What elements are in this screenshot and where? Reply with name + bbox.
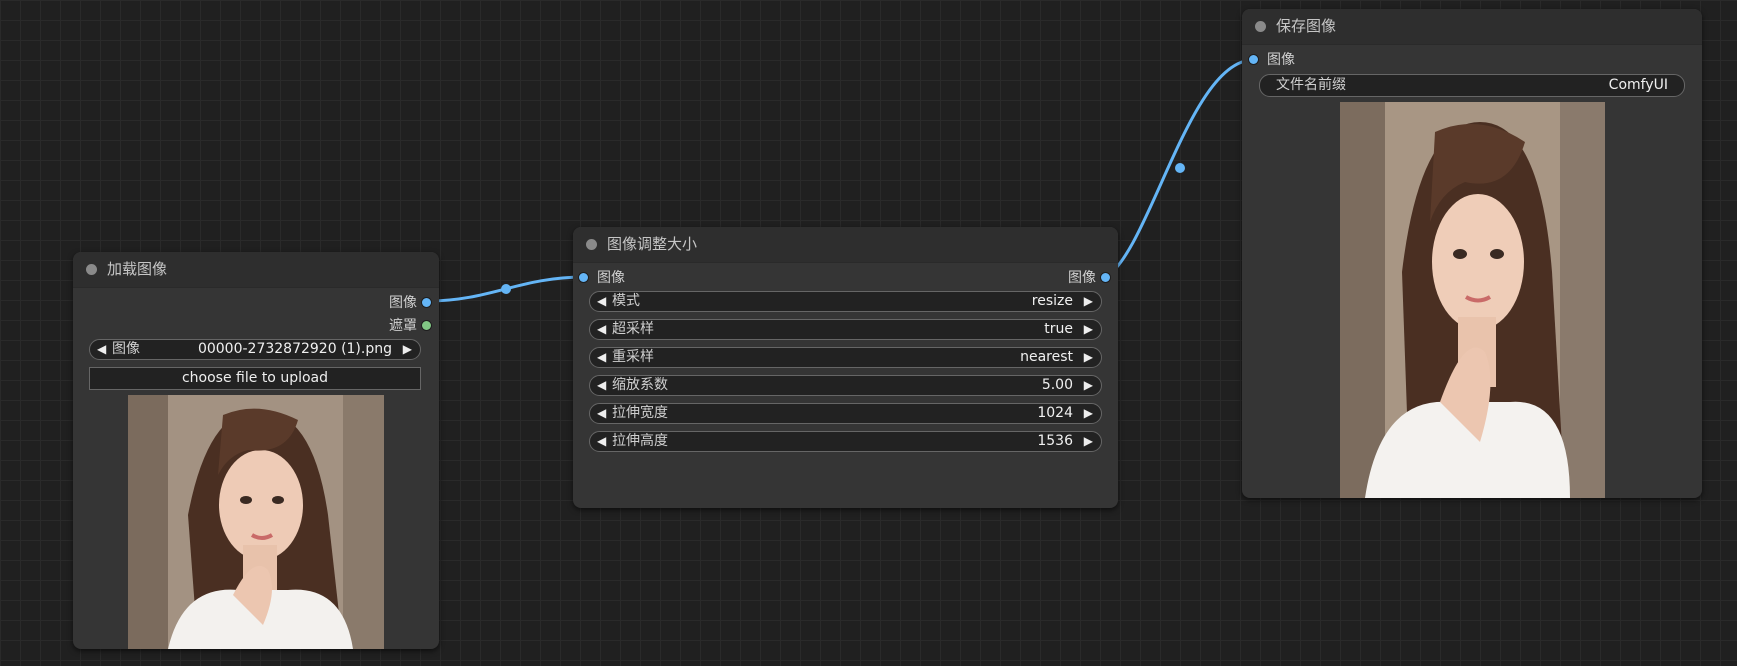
input-slot-label: 图像 bbox=[1267, 52, 1295, 68]
node-title-text: 图像调整大小 bbox=[607, 235, 698, 253]
save-image-node-title[interactable]: 保存图像 bbox=[1242, 9, 1702, 45]
input-slot-image[interactable]: 图像 bbox=[1249, 52, 1295, 68]
arrow-left-icon[interactable]: ◀ bbox=[597, 292, 606, 311]
widget-value: true bbox=[1044, 321, 1073, 337]
widget-label: 缩放系数 bbox=[612, 377, 668, 393]
resize-image-node-title[interactable]: 图像调整大小 bbox=[573, 227, 1118, 263]
widget-value: nearest bbox=[1020, 349, 1073, 365]
node-title-text: 保存图像 bbox=[1276, 17, 1337, 35]
resize-image-node[interactable]: 图像调整大小 图像 图像 ◀ 模式 resize ▶ ◀ 超采样 true ▶ … bbox=[573, 227, 1118, 508]
arrow-right-icon[interactable]: ▶ bbox=[1084, 376, 1093, 395]
mask-slot-dot-icon[interactable] bbox=[422, 321, 431, 330]
collapse-dot-icon[interactable] bbox=[1255, 21, 1266, 32]
output-slot-image[interactable]: 图像 bbox=[337, 295, 431, 311]
widget-value: 00000-2732872920 (1).png bbox=[197, 341, 392, 357]
widget-value: 1024 bbox=[1037, 405, 1073, 421]
image-slot-dot-icon[interactable] bbox=[579, 273, 588, 282]
link-midpoint-resize-save[interactable] bbox=[1175, 163, 1185, 173]
link-midpoint-load-resize[interactable] bbox=[501, 284, 511, 294]
widget-label: 拉伸高度 bbox=[612, 433, 668, 449]
upload-button[interactable]: choose file to upload bbox=[89, 367, 421, 390]
widget-value: 5.00 bbox=[1041, 377, 1073, 393]
collapse-dot-icon[interactable] bbox=[86, 264, 97, 275]
collapse-dot-icon[interactable] bbox=[586, 239, 597, 250]
arrow-left-icon[interactable]: ◀ bbox=[597, 376, 606, 395]
arrow-right-icon[interactable]: ▶ bbox=[1084, 292, 1093, 311]
widget-label: 模式 bbox=[612, 293, 640, 309]
arrow-right-icon[interactable]: ▶ bbox=[1084, 432, 1093, 451]
arrow-left-icon[interactable]: ◀ bbox=[97, 340, 106, 359]
widget-value: ComfyUI bbox=[1608, 77, 1668, 93]
load-image-node-title[interactable]: 加载图像 bbox=[73, 252, 439, 288]
output-slot-label: 图像 bbox=[389, 295, 417, 311]
load-image-node[interactable]: 加载图像 图像 遮罩 ◀ 图像 00000-2732872920 (1).png… bbox=[73, 252, 439, 649]
widget-label: 拉伸宽度 bbox=[612, 405, 668, 421]
input-slot-label: 图像 bbox=[597, 270, 625, 286]
resampling-combo[interactable]: ◀ 重采样 nearest ▶ bbox=[589, 347, 1102, 368]
filename-prefix-input[interactable]: 文件名前缀 ComfyUI bbox=[1259, 74, 1685, 97]
saved-image-preview bbox=[1340, 102, 1605, 498]
arrow-left-icon[interactable]: ◀ bbox=[597, 404, 606, 423]
output-slot-image[interactable]: 图像 bbox=[1016, 270, 1110, 286]
mode-combo[interactable]: ◀ 模式 resize ▶ bbox=[589, 291, 1102, 312]
supersample-combo[interactable]: ◀ 超采样 true ▶ bbox=[589, 319, 1102, 340]
stretch-height-number[interactable]: ◀ 拉伸高度 1536 ▶ bbox=[589, 431, 1102, 452]
arrow-right-icon[interactable]: ▶ bbox=[1084, 320, 1093, 339]
output-slot-mask[interactable]: 遮罩 bbox=[337, 318, 431, 334]
input-slot-image[interactable]: 图像 bbox=[579, 270, 625, 286]
stretch-width-number[interactable]: ◀ 拉伸宽度 1024 ▶ bbox=[589, 403, 1102, 424]
link-load-to-resize[interactable] bbox=[427, 275, 585, 303]
arrow-left-icon[interactable]: ◀ bbox=[597, 320, 606, 339]
widget-label: 文件名前缀 bbox=[1276, 77, 1346, 93]
node-title-text: 加载图像 bbox=[107, 260, 168, 278]
scale-factor-number[interactable]: ◀ 缩放系数 5.00 ▶ bbox=[589, 375, 1102, 396]
image-slot-dot-icon[interactable] bbox=[1249, 55, 1258, 64]
image-file-combo[interactable]: ◀ 图像 00000-2732872920 (1).png ▶ bbox=[89, 339, 421, 360]
output-slot-label: 遮罩 bbox=[389, 318, 417, 334]
output-slot-label: 图像 bbox=[1068, 270, 1096, 286]
image-slot-dot-icon[interactable] bbox=[422, 298, 431, 307]
arrow-right-icon[interactable]: ▶ bbox=[1084, 404, 1093, 423]
widget-label: 重采样 bbox=[612, 349, 654, 365]
arrow-left-icon[interactable]: ◀ bbox=[597, 348, 606, 367]
arrow-right-icon[interactable]: ▶ bbox=[403, 340, 412, 359]
widget-value: 1536 bbox=[1037, 433, 1073, 449]
save-image-node[interactable]: 保存图像 图像 文件名前缀 ComfyUI bbox=[1242, 9, 1702, 498]
widget-label: 图像 bbox=[112, 341, 140, 357]
widget-label: 超采样 bbox=[612, 321, 654, 337]
link-resize-to-save[interactable] bbox=[1105, 58, 1254, 279]
arrow-left-icon[interactable]: ◀ bbox=[597, 432, 606, 451]
widget-value: resize bbox=[1031, 293, 1073, 309]
image-slot-dot-icon[interactable] bbox=[1101, 273, 1110, 282]
preview-image bbox=[128, 395, 384, 649]
arrow-right-icon[interactable]: ▶ bbox=[1084, 348, 1093, 367]
